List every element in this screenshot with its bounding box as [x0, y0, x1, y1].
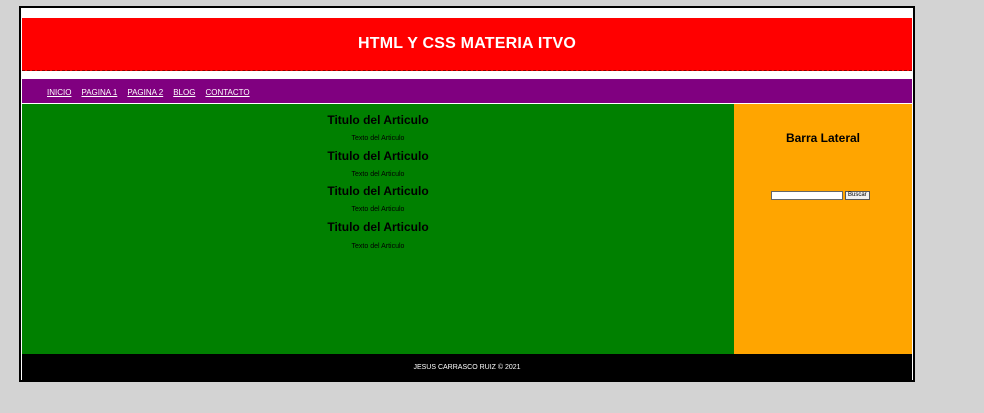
nav-link-blog[interactable]: BLOG [173, 88, 195, 97]
site-footer: JESUS CARRASCO RUIZ © 2021 [22, 354, 912, 380]
nav-list: INICIO PAGINA 1 PAGINA 2 BLOG CONTACTO [22, 82, 250, 100]
search-button[interactable]: Buscar [845, 191, 870, 200]
page-frame: HTML Y CSS MATERIA ITVO INICIO PAGINA 1 … [19, 6, 915, 382]
nav-link-pagina-2[interactable]: PAGINA 2 [127, 88, 163, 97]
nav-link-contacto[interactable]: CONTACTO [205, 88, 249, 97]
site-title: HTML Y CSS MATERIA ITVO [358, 35, 576, 52]
article: Titulo del Articulo Texto del Articulo [22, 220, 734, 251]
main-nav: INICIO PAGINA 1 PAGINA 2 BLOG CONTACTO [22, 79, 912, 103]
nav-item-pagina-2: PAGINA 2 [127, 82, 163, 100]
sidebar-title: Barra Lateral [785, 131, 861, 145]
nav-item-inicio: INICIO [47, 82, 71, 100]
article: Titulo del Articulo Texto del Articulo [22, 113, 734, 143]
sidebar: Barra Lateral Buscar [734, 104, 912, 354]
nav-link-pagina-1[interactable]: PAGINA 1 [81, 88, 117, 97]
article-text: Texto del Articulo [351, 171, 405, 178]
article: Titulo del Articulo Texto del Articulo [22, 149, 734, 179]
site-header: HTML Y CSS MATERIA ITVO [22, 18, 912, 71]
nav-item-blog: BLOG [173, 82, 195, 100]
footer-text: JESUS CARRASCO RUIZ © 2021 [413, 363, 521, 371]
article-text: Texto del Articulo [351, 135, 405, 142]
nav-item-pagina-1: PAGINA 1 [81, 82, 117, 100]
article-title: Titulo del Articulo [327, 184, 429, 198]
article-title: Titulo del Articulo [327, 113, 429, 127]
main-content: Titulo del Articulo Texto del Articulo T… [22, 104, 734, 354]
search-input[interactable] [771, 191, 843, 200]
search-form: Buscar [771, 191, 870, 200]
article-title: Titulo del Articulo [327, 149, 429, 163]
article-title: Titulo del Articulo [327, 220, 429, 234]
article-text: Texto del Articulo [351, 243, 405, 250]
article-text: Texto del Articulo [351, 206, 405, 213]
nav-link-inicio[interactable]: INICIO [47, 88, 71, 97]
article: Titulo del Articulo Texto del Articulo [22, 184, 734, 214]
nav-item-contacto: CONTACTO [205, 82, 249, 100]
